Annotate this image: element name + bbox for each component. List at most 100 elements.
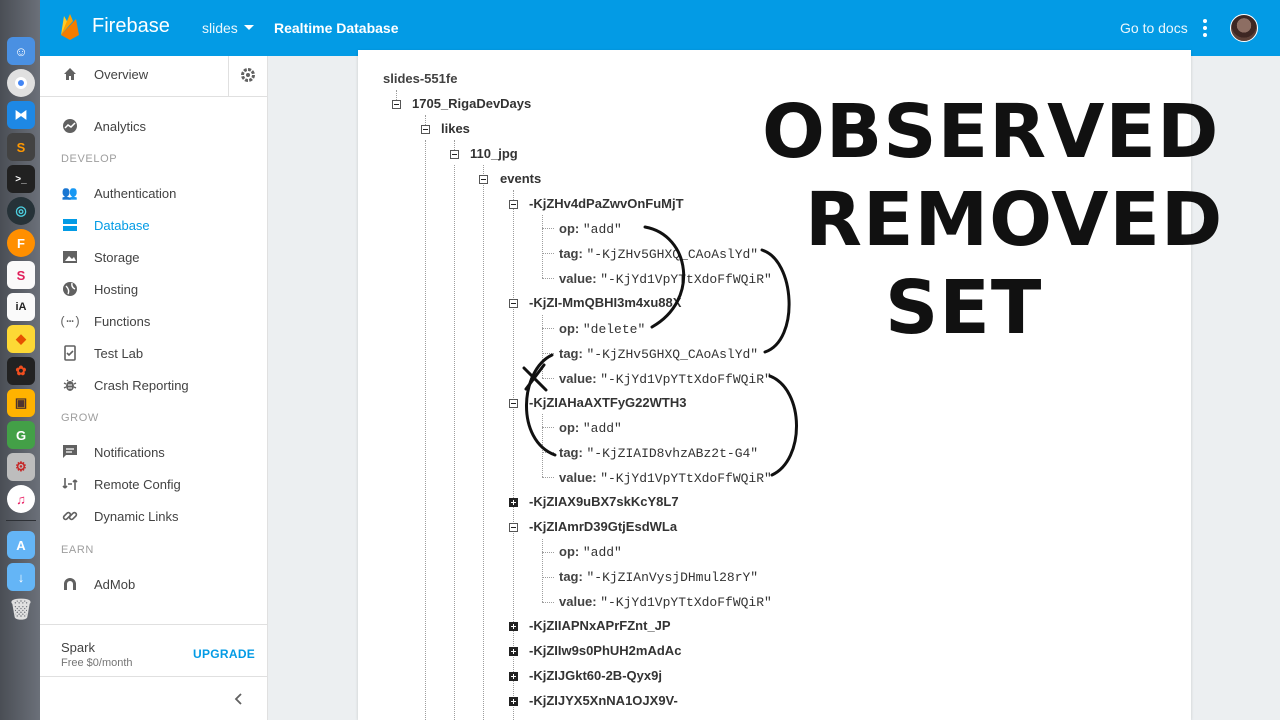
tree-guide [542, 253, 554, 254]
sidebar-item-hosting[interactable]: Hosting [40, 273, 268, 305]
firefox-icon[interactable]: F [7, 229, 35, 257]
tree-node-event[interactable]: -KjZIJGkt60-2B-Qyx9j [529, 668, 662, 683]
field-tag[interactable]: tag: "-KjZIAID8vhzABz2t-G4" [559, 445, 758, 461]
itunes-icon[interactable]: ♫ [7, 485, 35, 513]
tree-node-event-group[interactable]: 1705_RigaDevDays [412, 96, 531, 111]
tree-guide [542, 378, 554, 379]
sidebar: Overview Analytics DEVELOP 👥 Authenticat… [40, 56, 268, 720]
tree-node-event[interactable]: -KjZI-MmQBHI3m4xu88X [529, 295, 681, 310]
collapse-toggle[interactable] [421, 125, 430, 134]
go-to-docs-link[interactable]: Go to docs [1120, 20, 1188, 36]
figma-icon[interactable]: ✿ [7, 357, 35, 385]
tree-guide [542, 414, 543, 477]
terminal-icon[interactable]: >_ [7, 165, 35, 193]
field-op[interactable]: op: "delete" [559, 321, 645, 337]
sidebar-item-database[interactable]: Database [40, 209, 268, 241]
tree-root[interactable]: slides-551fe [383, 71, 457, 86]
sidebar-item-overview[interactable]: Overview [40, 58, 268, 90]
sidebar-item-admob[interactable]: AdMob [40, 568, 268, 600]
app-name[interactable]: Firebase [92, 15, 170, 38]
tree-node-event[interactable]: -KjZIAX9uBX7skKcY8L7 [529, 494, 679, 509]
tree-node-event[interactable]: -KjZIIw9s0PhUH2mAdAc [529, 643, 681, 658]
tree-node-event[interactable]: -KjZIJYX5XnNA1OJX9V- [529, 693, 678, 708]
sidebar-item-test-lab[interactable]: Test Lab [40, 337, 268, 369]
field-value: "add" [582, 545, 622, 560]
expand-toggle[interactable] [509, 697, 518, 706]
field-value-row[interactable]: value: "-KjYd1VpYTtXdoFfWQiR" [559, 371, 772, 387]
collapse-toggle[interactable] [509, 299, 518, 308]
sidebar-item-notifications[interactable]: Notifications [40, 436, 268, 468]
chevron-left-icon[interactable] [232, 692, 246, 706]
develop-header: DEVELOP [61, 153, 118, 165]
sidebar-item-label: Notifications [94, 444, 165, 460]
sidebar-item-dynamic-links[interactable]: Dynamic Links [40, 500, 268, 532]
tree-node-likes[interactable]: likes [441, 121, 470, 136]
chevron-down-icon[interactable] [244, 25, 254, 30]
project-selector[interactable]: slides [202, 20, 238, 36]
tree-node-event[interactable]: -KjZIAHaAXTFyG22WTH3 [529, 395, 686, 410]
preview-icon[interactable]: ▣ [7, 389, 35, 417]
globe-icon [62, 281, 78, 297]
sidebar-item-label: Database [94, 217, 150, 233]
field-op[interactable]: op: "add" [559, 221, 622, 237]
tree-node-event[interactable]: -KjZHv4dPaZwvOnFuMjT [529, 196, 684, 211]
message-icon [62, 444, 78, 460]
earn-header: EARN [61, 544, 94, 556]
field-value: "-KjYd1VpYTtXdoFfWQiR" [600, 595, 772, 610]
tree-node-events[interactable]: events [500, 171, 541, 186]
gear-icon[interactable] [239, 66, 257, 84]
remote-config-icon [62, 476, 78, 492]
sublime-icon[interactable]: S [7, 133, 35, 161]
tree-guide [542, 353, 554, 354]
expand-toggle[interactable] [509, 647, 518, 656]
tree-guide [542, 577, 554, 578]
sketch-icon[interactable]: ◆ [7, 325, 35, 353]
sidebar-divider [40, 96, 268, 97]
more-vert-icon[interactable] [1200, 19, 1210, 37]
collapse-toggle[interactable] [392, 100, 401, 109]
firebase-logo-icon[interactable] [60, 14, 80, 40]
sidebar-item-analytics[interactable]: Analytics [40, 110, 268, 142]
system-preferences-icon[interactable]: ⚙ [7, 453, 35, 481]
field-op[interactable]: op: "add" [559, 420, 622, 436]
applications-folder-icon[interactable]: A [7, 531, 35, 559]
collapse-toggle[interactable] [450, 150, 459, 159]
annotation-line: OBSERVED [762, 89, 1220, 175]
field-op[interactable]: op: "add" [559, 544, 622, 560]
gitkraken-icon[interactable]: ◎ [7, 197, 35, 225]
handwritten-annotation: OBSERVED REMOVED SET [700, 88, 1222, 352]
grow-header: GROW [61, 412, 99, 424]
upgrade-button[interactable]: UPGRADE [193, 647, 255, 661]
collapse-toggle[interactable] [509, 200, 518, 209]
sidebar-item-crash-reporting[interactable]: Crash Reporting [40, 369, 268, 401]
tree-node-image[interactable]: 110_jpg [470, 146, 518, 161]
trash-icon[interactable]: 🗑 [7, 595, 35, 623]
field-value-row[interactable]: value: "-KjYd1VpYTtXdoFfWQiR" [559, 594, 772, 610]
expand-toggle[interactable] [509, 622, 518, 631]
sidebar-item-remote-config[interactable]: Remote Config [40, 468, 268, 500]
expand-toggle[interactable] [509, 672, 518, 681]
tree-node-event[interactable]: -KjZIAmrD39GtjEsdWLa [529, 519, 677, 534]
database-icon [62, 217, 78, 233]
collapse-toggle[interactable] [509, 523, 518, 532]
collapse-toggle[interactable] [479, 175, 488, 184]
slack-icon[interactable]: S [7, 261, 35, 289]
sidebar-item-authentication[interactable]: 👥 Authentication [40, 177, 268, 209]
expand-toggle[interactable] [509, 498, 518, 507]
people-icon: 👥 [61, 185, 79, 200]
chrome-icon[interactable] [7, 69, 35, 97]
grammarly-icon[interactable]: G [7, 421, 35, 449]
vscode-icon[interactable]: ⧓ [7, 101, 35, 129]
sidebar-item-functions[interactable]: (⋯) Functions [40, 305, 268, 337]
sidebar-divider [40, 676, 268, 677]
field-value-row[interactable]: value: "-KjYd1VpYTtXdoFfWQiR" [559, 470, 772, 486]
tree-node-event[interactable]: -KjZIIAPNxAPrFZnt_JP [529, 618, 671, 633]
avatar[interactable] [1230, 14, 1258, 42]
sidebar-item-storage[interactable]: Storage [40, 241, 268, 273]
finder-icon[interactable]: ☺ [7, 37, 35, 65]
field-tag[interactable]: tag: "-KjZIAnVysjDHmul28rY" [559, 569, 758, 585]
tree-guide [542, 452, 554, 453]
downloads-folder-icon[interactable]: ↓ [7, 563, 35, 591]
ia-writer-icon[interactable]: iA [7, 293, 35, 321]
collapse-toggle[interactable] [509, 399, 518, 408]
